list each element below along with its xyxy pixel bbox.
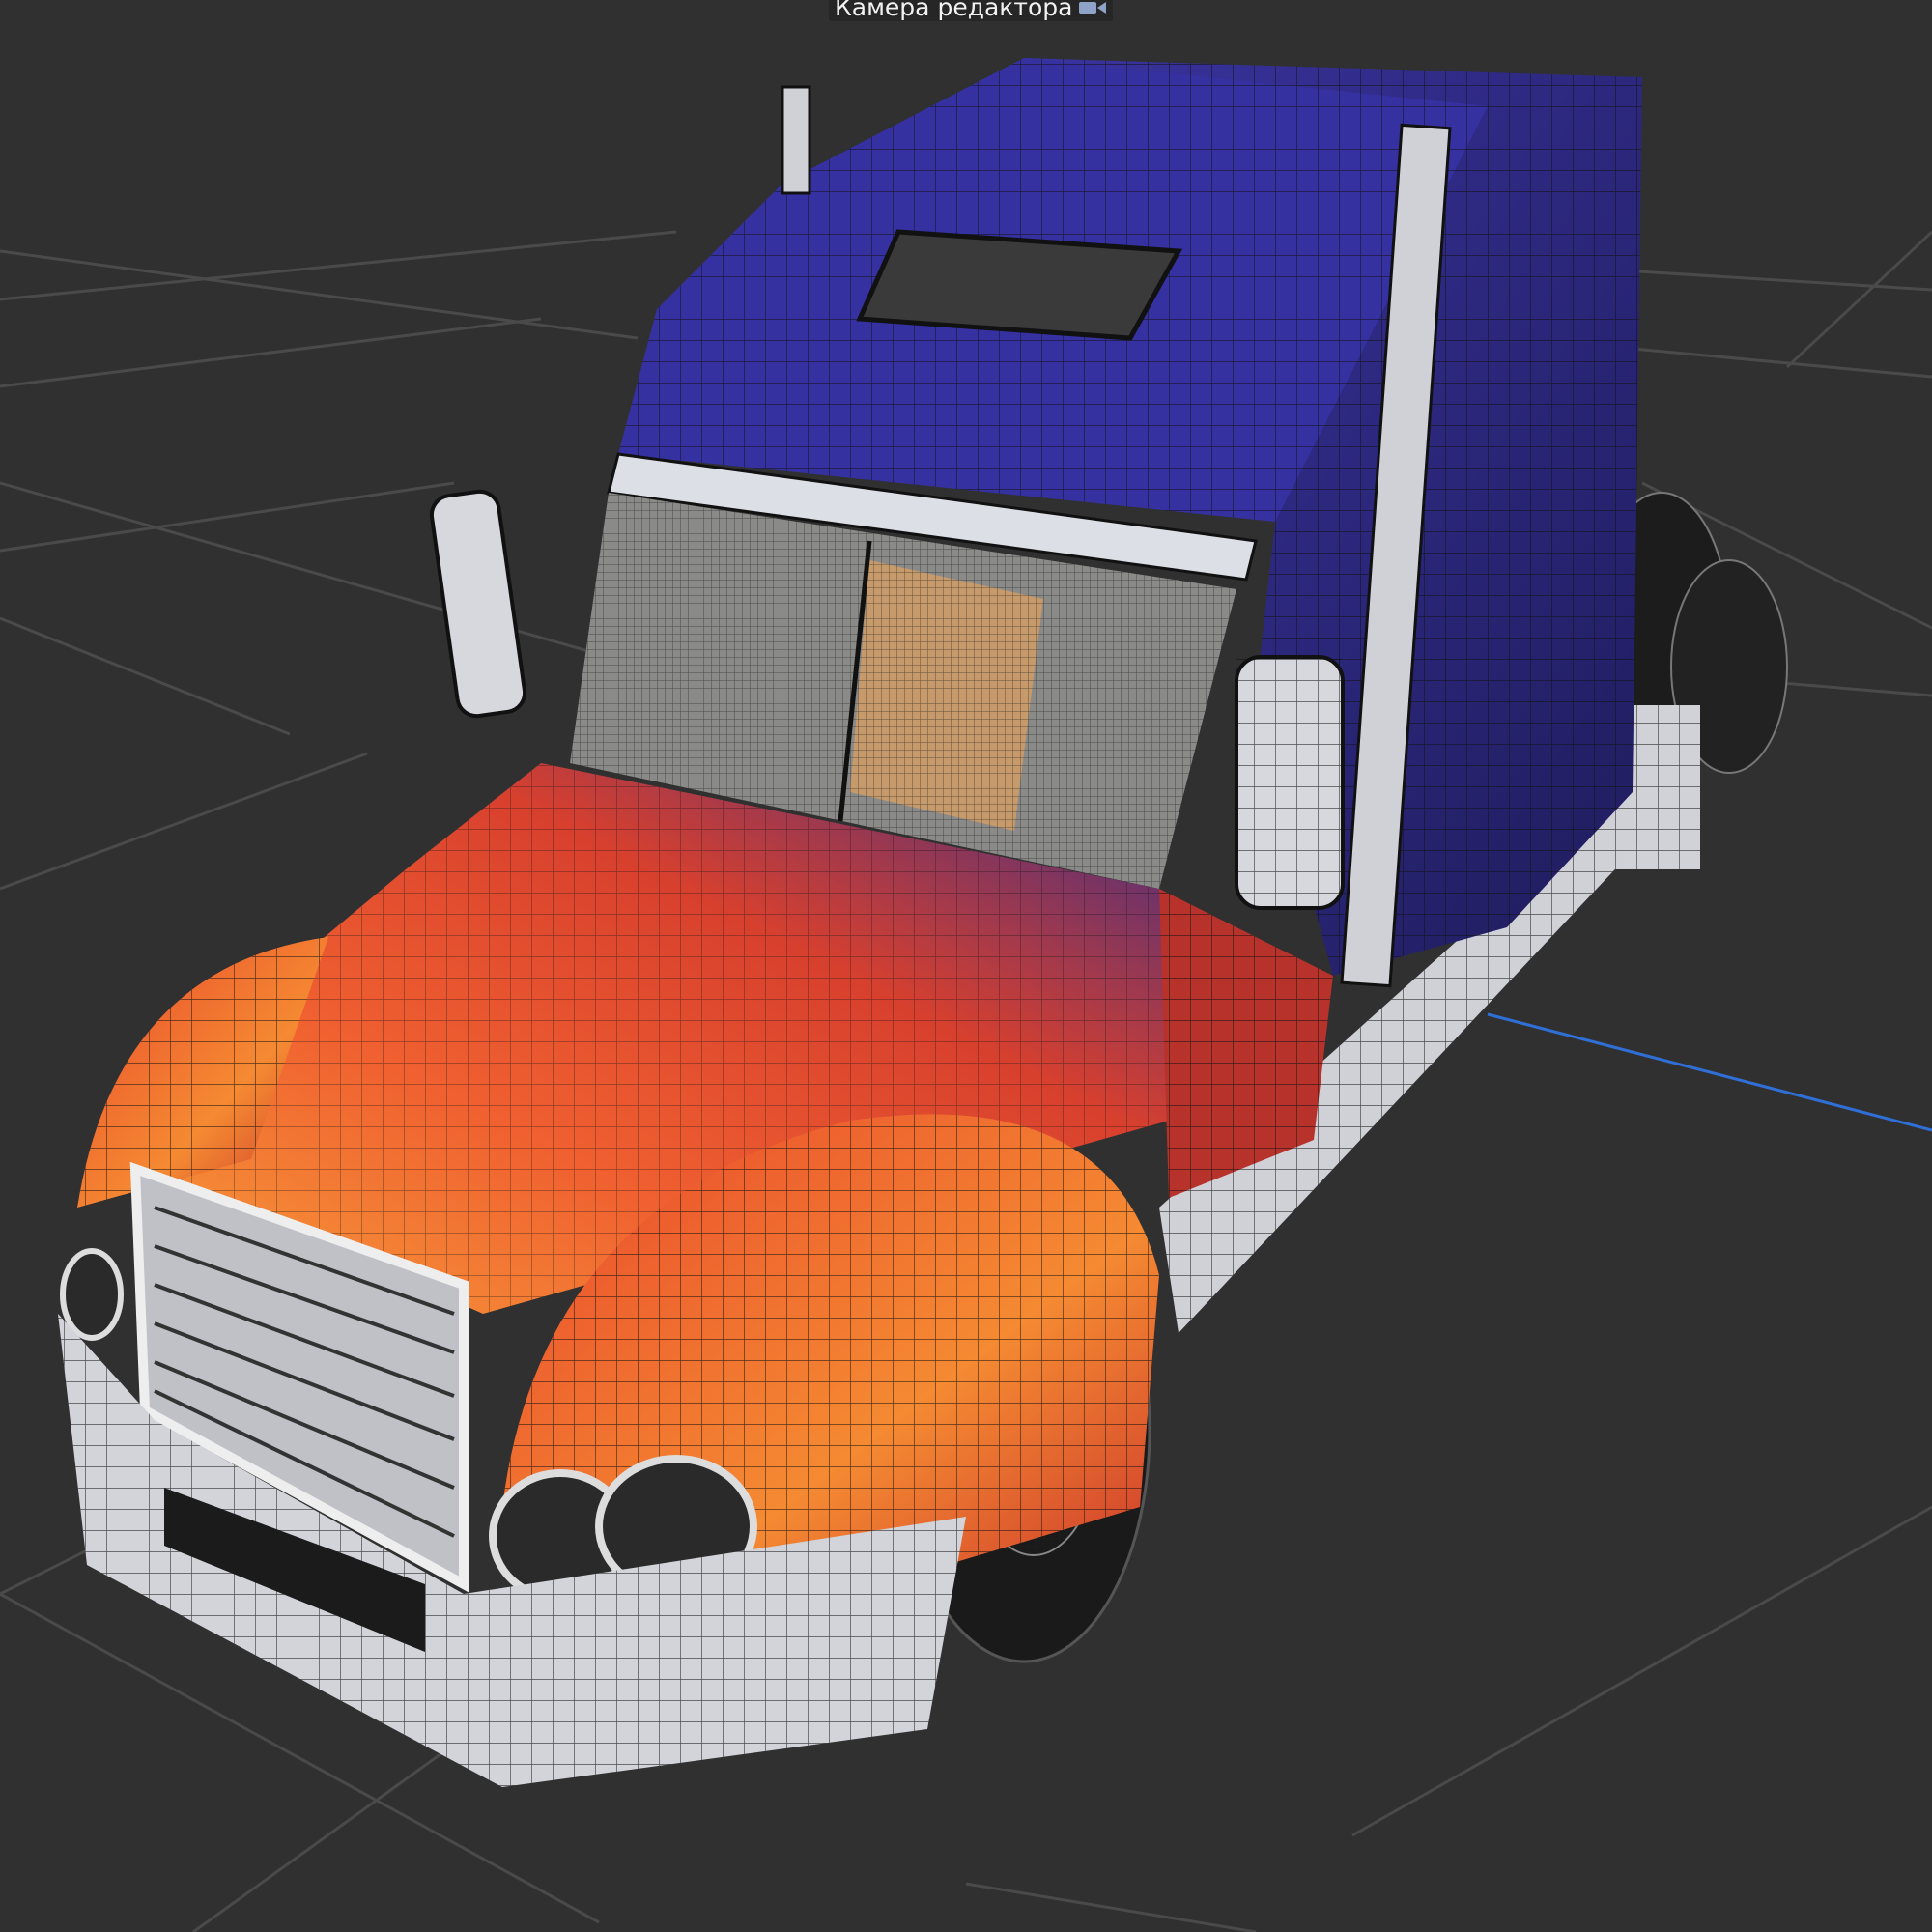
left-mirror	[429, 489, 527, 719]
roof-hatch	[856, 229, 1183, 341]
exhaust-stack-left	[781, 85, 811, 195]
camera-label[interactable]: Камера редактора	[829, 0, 1114, 21]
scene-canvas[interactable]	[0, 0, 1932, 1932]
video-camera-icon	[1079, 2, 1107, 14]
x-axis-line	[1487, 1012, 1932, 1132]
truck-model[interactable]	[58, 58, 1788, 1787]
camera-label-text: Камера редактора	[835, 0, 1073, 21]
3d-viewport[interactable]: Камера редактора	[0, 0, 1932, 1932]
